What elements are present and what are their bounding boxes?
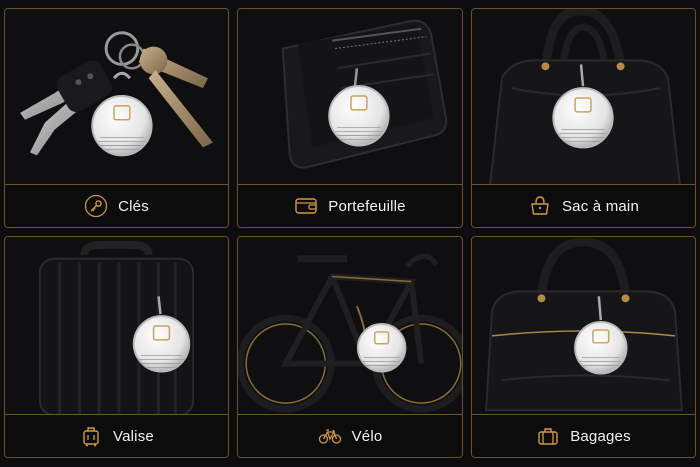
keys-illustration (5, 9, 228, 185)
tile-label: Sac à main (561, 197, 640, 215)
handbag-photo (472, 9, 695, 185)
suitcase-photo (5, 237, 228, 415)
tile-label-bar: Sac à main (472, 184, 695, 227)
wallet-icon (294, 194, 318, 218)
suitcase-illustration (5, 237, 228, 415)
key-icon (84, 194, 108, 218)
tile-keys[interactable]: Clés (4, 8, 229, 228)
tile-handbag[interactable]: Sac à main (471, 8, 696, 228)
tile-label-bar: Bagages (472, 414, 695, 457)
handbag-illustration (472, 9, 695, 185)
suitcase-icon (79, 424, 103, 448)
luggage-photo (472, 237, 695, 415)
tile-label: Bagages (570, 427, 631, 445)
bicycle-photo (238, 237, 462, 415)
luggage-icon (536, 424, 560, 448)
luggage-illustration (472, 237, 695, 415)
tile-label: Portefeuille (328, 197, 406, 215)
keys-photo (5, 9, 228, 185)
bicycle-icon (318, 424, 342, 448)
wallet-photo (238, 9, 462, 185)
tile-luggage[interactable]: Bagages (471, 236, 696, 458)
bicycle-illustration (238, 237, 462, 415)
tile-label-bar: Vélo (238, 414, 462, 457)
tile-label-bar: Portefeuille (238, 184, 462, 227)
handbag-icon (528, 194, 552, 218)
tile-wallet[interactable]: Portefeuille (237, 8, 463, 228)
tile-label: Clés (118, 197, 149, 215)
tile-label: Valise (113, 427, 154, 445)
use-case-grid: Clés Portefeuille Sac à main Valise Vélo… (4, 8, 696, 461)
tile-suitcase[interactable]: Valise (4, 236, 229, 458)
tile-bicycle[interactable]: Vélo (237, 236, 463, 458)
wallet-illustration (238, 9, 462, 185)
tile-label-bar: Valise (5, 414, 228, 457)
tile-label: Vélo (351, 427, 383, 445)
tile-label-bar: Clés (5, 184, 228, 227)
